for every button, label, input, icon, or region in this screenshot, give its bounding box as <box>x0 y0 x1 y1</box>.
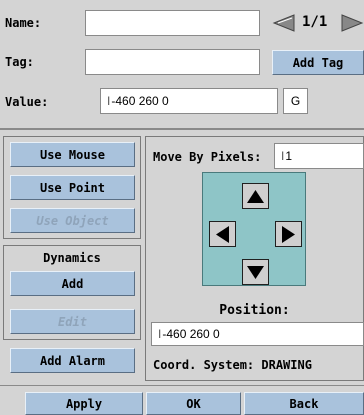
position-value: -460 260 0 <box>162 327 220 341</box>
move-down-button[interactable] <box>242 259 269 285</box>
add-alarm-button[interactable]: Add Alarm <box>10 348 135 373</box>
next-arrow-icon[interactable] <box>338 12 364 34</box>
move-by-pixels-value: 1 <box>285 149 293 163</box>
use-point-button[interactable]: Use Point <box>10 175 135 200</box>
text-cursor-icon: I <box>158 327 162 341</box>
page-indicator: 1/1 <box>302 14 328 30</box>
arrow-up-icon <box>247 189 264 203</box>
previous-arrow-icon[interactable] <box>272 12 298 34</box>
position-field[interactable]: I-460 260 0 <box>151 322 364 346</box>
ok-button[interactable]: OK <box>146 392 241 415</box>
coord-system-label: Coord. System: DRAWING <box>153 358 312 372</box>
value-text: -460 260 0 <box>111 94 169 108</box>
value-label: Value: <box>5 95 49 109</box>
position-label: Position: <box>219 303 290 318</box>
dynamics-heading: Dynamics <box>43 251 101 265</box>
divider <box>0 128 364 130</box>
use-mouse-button[interactable]: Use Mouse <box>10 142 135 167</box>
apply-button[interactable]: Apply <box>25 392 143 415</box>
move-left-button[interactable] <box>209 221 236 247</box>
text-cursor-icon: I <box>107 94 111 108</box>
name-field[interactable] <box>85 10 260 36</box>
value-field[interactable]: I-460 260 0 <box>100 88 278 114</box>
dynamics-edit-button[interactable]: Edit <box>10 309 135 334</box>
value-flag-field[interactable]: G <box>283 88 308 114</box>
move-right-button[interactable] <box>275 221 302 247</box>
back-button[interactable]: Back <box>244 392 364 415</box>
footer-divider <box>0 385 364 386</box>
move-by-pixels-label: Move By Pixels: <box>153 150 262 164</box>
move-by-pixels-field[interactable]: I1 <box>274 143 364 169</box>
text-cursor-icon: I <box>281 149 285 163</box>
use-object-button[interactable]: Use Object <box>10 208 135 233</box>
arrow-right-icon <box>282 225 295 243</box>
arrow-down-icon <box>247 265 264 279</box>
add-tag-button[interactable]: Add Tag <box>272 50 364 75</box>
tag-label: Tag: <box>5 55 34 69</box>
arrow-left-icon <box>216 225 229 243</box>
name-label: Name: <box>5 16 42 30</box>
move-up-button[interactable] <box>242 183 269 209</box>
tag-field[interactable] <box>85 49 260 75</box>
dynamics-add-button[interactable]: Add <box>10 271 135 296</box>
